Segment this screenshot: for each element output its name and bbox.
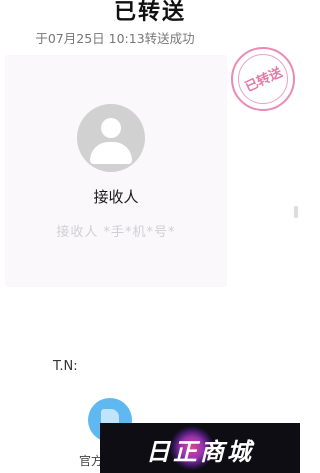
avatar-shoulders [90, 142, 132, 164]
tn-label: T.N: [53, 359, 78, 374]
avatar-head [101, 118, 121, 138]
page-title: 已转送 [113, 0, 186, 25]
transferred-stamp: 已转送 [231, 47, 295, 111]
mall-banner[interactable]: 日正商城 [100, 423, 300, 473]
user-avatar-icon [77, 104, 145, 172]
banner-logo-text: 日正商城 [146, 438, 254, 466]
recipient-phone: 接收人 *手*机*号* [56, 225, 176, 240]
transfer-time: 于07月25日 10:13转送成功 [35, 31, 195, 46]
scroll-edge-indicator [294, 206, 298, 218]
recipient-label: 接收人 [93, 188, 139, 206]
